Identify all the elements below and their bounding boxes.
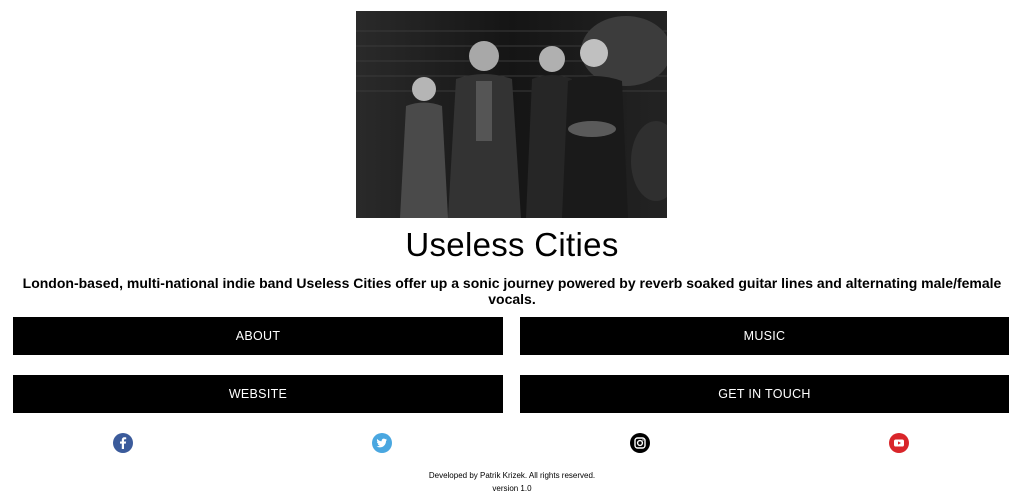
footer: Developed by Patrik Krizek. All rights r… bbox=[0, 469, 1024, 495]
footer-credits: Developed by Patrik Krizek. All rights r… bbox=[428, 471, 596, 480]
instagram-icon[interactable] bbox=[630, 433, 650, 453]
youtube-icon[interactable] bbox=[889, 433, 909, 453]
facebook-icon[interactable] bbox=[113, 433, 133, 453]
band-name-title: Useless Cities bbox=[405, 226, 619, 263]
music-button[interactable]: MUSIC bbox=[520, 317, 1009, 355]
about-button[interactable]: ABOUT bbox=[13, 317, 503, 355]
page: Useless Cities London-based, multi-natio… bbox=[0, 0, 1024, 500]
footer-version: version 1.0 bbox=[492, 484, 532, 493]
website-button[interactable]: WEBSITE bbox=[13, 375, 503, 413]
twitter-icon[interactable] bbox=[372, 433, 392, 453]
band-tagline: London-based, multi-national indie band … bbox=[22, 275, 1002, 307]
band-photo bbox=[356, 11, 667, 218]
get-in-touch-button[interactable]: GET IN TOUCH bbox=[520, 375, 1009, 413]
